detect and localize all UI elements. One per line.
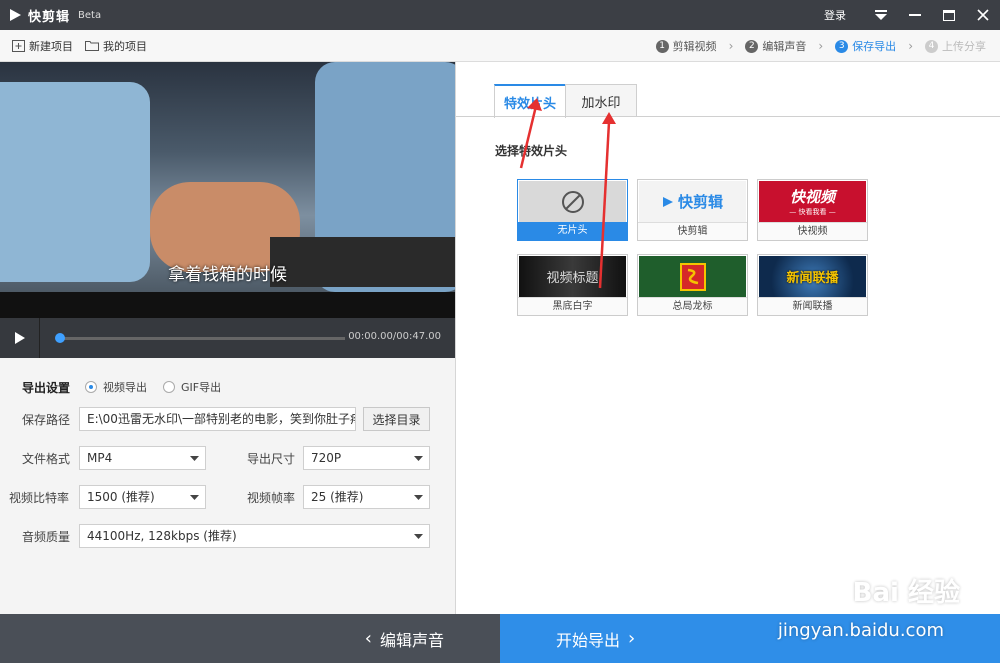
tab-watermark[interactable]: 加水印 [565,84,637,117]
back-label: 编辑声音 [379,630,444,650]
toolbar: 新建项目 我的项目 1 剪辑视频 › 2 编辑声音 › 3 保存导出 › 4 上传分享 [0,30,1000,62]
audio-quality-select[interactable]: 44100Hz, 128kbps (推荐) [79,524,430,548]
tile-label: 快剪辑 [638,222,747,240]
maximize-icon[interactable] [932,0,966,30]
tab-underline [456,116,1000,117]
export-settings-label: 导出设置 [22,381,71,395]
step-edit-audio[interactable]: 2 编辑声音 [745,38,806,54]
chevron-left-icon: ‹ [364,628,372,649]
step-upload-share: 4 上传分享 [925,38,986,54]
intro-tile-dragon[interactable]: 总局龙标 [637,254,748,316]
intro-tile-black-white[interactable]: 视频标题 黑底白字 [517,254,628,316]
step-indicator: 1 剪辑视频 › 2 编辑声音 › 3 保存导出 › 4 上传分享 [655,30,986,62]
step-save-export[interactable]: 3 保存导出 [835,38,896,54]
video-preview[interactable]: 拿着钱箱的时候 [0,62,455,318]
menu-dropdown-icon[interactable] [864,0,898,30]
back-to-audio-button[interactable]: ‹ 编辑声音 [0,614,500,663]
play-icon[interactable] [0,318,40,358]
chevron-down-icon [183,447,205,469]
tile-label: 黑底白字 [518,297,627,315]
tile-thumbnail: 快视频 — 快看我看 — [759,181,866,222]
chevron-down-icon [407,486,429,508]
watermark-url: jingyan.baidu.com [777,620,944,641]
app-beta-badge: Beta [78,9,102,21]
tile-thumbnail: 快剪辑 [639,181,746,222]
tab-intro-effects[interactable]: 特效片头 [494,84,566,118]
intro-tile-kuaijianji[interactable]: 快剪辑 快剪辑 [637,179,748,241]
new-project-button[interactable]: 新建项目 [12,38,73,54]
video-subtitle: 拿着钱箱的时候 [168,265,287,285]
time-readout: 00:00.00/00:47.00 [348,331,441,342]
kuaijianji-logo-icon [662,196,673,207]
my-projects-button[interactable]: 我的项目 [85,38,147,54]
watermark-brand: Bai 经验 [852,578,960,608]
export-settings: 导出设置 视频导出 GIF导出 保存路径 E:\00迅雷无水印\一部特别老的电影… [0,358,455,614]
intro-panel: 特效片头 加水印 选择特效片头 无片头 快剪辑 快剪辑 快视频 — 快看我看 —… [456,62,1000,614]
save-path-field[interactable]: E:\00迅雷无水印\一部特别老的电影，笑到你肚子疼 [79,407,356,431]
section-title: 选择特效片头 [495,144,568,158]
tile-thumbnail [519,181,626,222]
save-path-label: 保存路径 [22,413,71,427]
chevron-down-icon [183,486,205,508]
app-logo-icon [10,9,21,21]
intro-tile-kuaishipin[interactable]: 快视频 — 快看我看 — 快视频 [757,179,868,241]
choose-directory-button[interactable]: 选择目录 [363,407,430,431]
radio-gif-export[interactable]: GIF导出 [163,379,221,395]
export-label: 开始导出 [556,630,621,650]
video-frame-figure [0,82,150,282]
intro-tile-news[interactable]: 新闻联播 新闻联播 [757,254,868,316]
file-format-select[interactable]: MP4 [79,446,206,470]
tile-label: 总局龙标 [638,297,747,315]
radio-checked-icon [85,381,97,393]
new-project-label: 新建项目 [29,39,73,53]
dragon-logo-icon [679,262,706,291]
new-project-icon [12,39,25,52]
tile-thumbnail [639,256,746,297]
tile-label: 无片头 [518,222,627,240]
audio-quality-label: 音频质量 [22,530,71,544]
no-entry-icon [561,190,584,213]
app-name: 快剪辑 [28,9,71,25]
player-controls: 00:00.00/00:47.00 [0,318,455,358]
export-size-label: 导出尺寸 [247,452,296,466]
step-edit-video[interactable]: 1 剪辑视频 [655,38,717,54]
file-format-label: 文件格式 [22,452,71,466]
chevron-down-icon [407,447,429,469]
tile-thumbnail: 视频标题 [519,256,626,297]
folder-icon [85,41,99,51]
step-chevron-icon: › [908,39,913,53]
bitrate-select[interactable]: 1500 (推荐) [79,485,206,509]
intro-tile-none[interactable]: 无片头 [517,179,628,241]
fps-label: 视频帧率 [247,491,296,505]
step-chevron-icon: › [728,39,734,53]
chevron-down-icon [407,525,429,547]
radio-unchecked-icon [163,381,175,393]
minimize-icon[interactable] [898,0,932,30]
my-projects-label: 我的项目 [103,39,147,53]
tab-bar: 特效片头 加水印 [494,84,637,118]
progress-bar[interactable] [55,333,345,343]
tile-label: 新闻联播 [758,297,867,315]
export-size-select[interactable]: 720P [303,446,430,470]
chevron-right-icon: › [628,628,636,649]
fps-select[interactable]: 25 (推荐) [303,485,430,509]
step-chevron-icon: › [818,39,824,53]
tile-thumbnail: 新闻联播 [759,256,866,297]
tile-label: 快视频 [758,222,867,240]
title-bar: 快剪辑 Beta 登录 [0,0,1000,30]
bitrate-label: 视频比特率 [9,491,70,505]
radio-video-export[interactable]: 视频导出 [85,379,147,395]
video-letterbox [0,292,455,318]
login-link[interactable]: 登录 [824,7,846,23]
progress-knob[interactable] [55,333,65,343]
close-icon[interactable] [966,0,1000,30]
